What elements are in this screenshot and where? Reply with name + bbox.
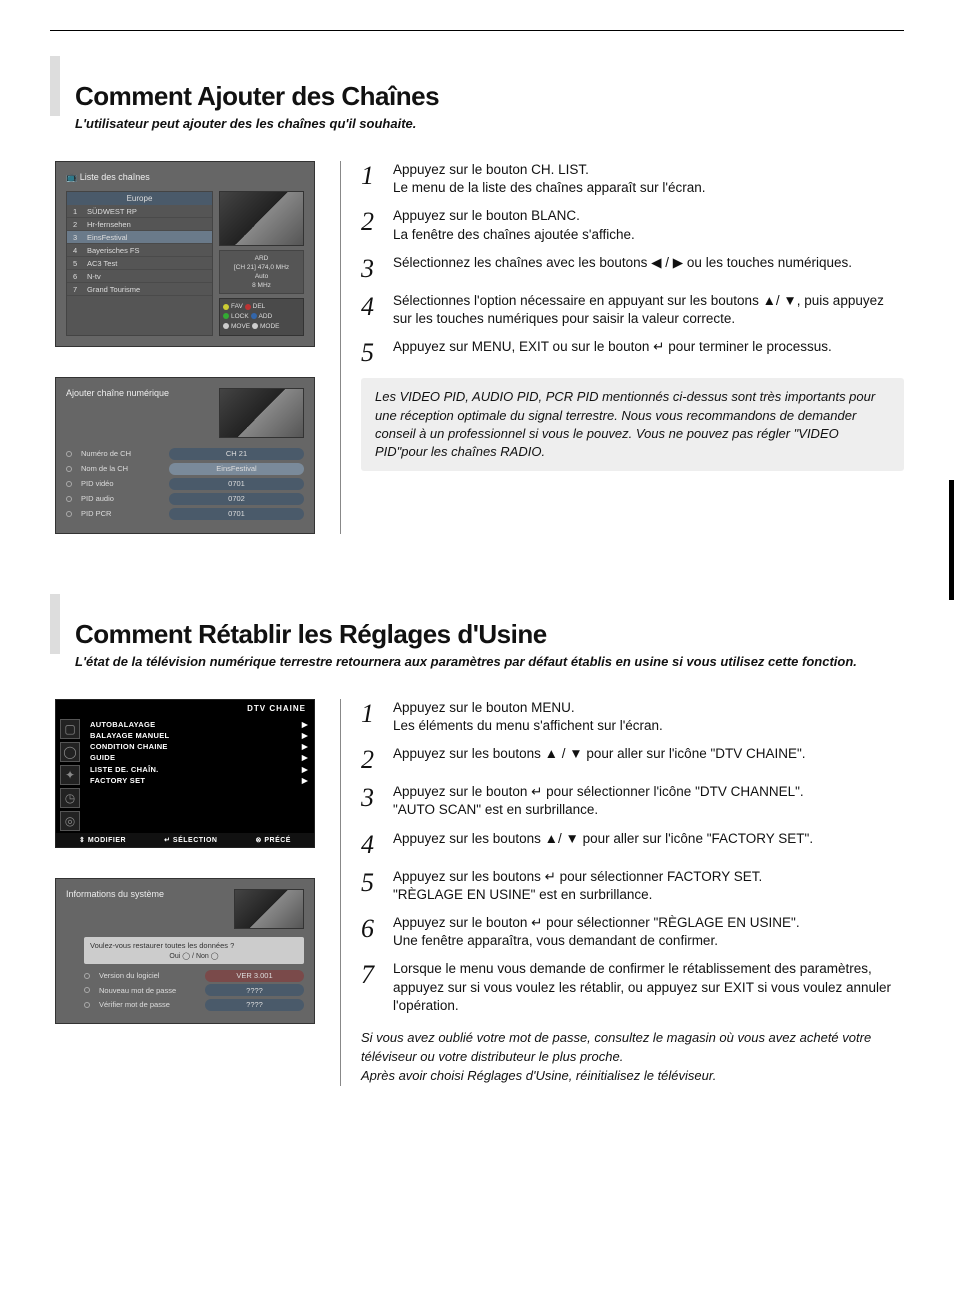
step-number: 5 (361, 338, 381, 366)
menu-items: AUTOBALAYAGE▶ BALAYAGE MANUEL▶ CONDITION… (84, 717, 314, 833)
heading-bar (50, 594, 60, 654)
osd-title: 📺 Liste des chaînes (66, 172, 304, 183)
step: 4 Sélectionnes l'option nécessaire en app… (361, 292, 904, 328)
step-number: 6 (361, 914, 381, 950)
step-number: 3 (361, 783, 381, 819)
step: 2 Appuyez sur le bouton BLANC.La fenêtre … (361, 207, 904, 243)
steps-s2: 1 Appuyez sur le bouton MENU.Les éléments… (361, 699, 904, 1015)
step: 6 Appuyez sur le bouton ↵ pour sélectionn… (361, 914, 904, 950)
list-region: Europe (67, 192, 212, 205)
step-number: 1 (361, 161, 381, 197)
screenshot-channel-list: 📺 Liste des chaînes Europe 1SÜDWEST RP 2… (55, 161, 315, 347)
step-number: 4 (361, 830, 381, 858)
step-text: Appuyez sur les boutons ▲ / ▼ pour aller… (393, 745, 904, 773)
channel-rows: 1SÜDWEST RP 2Hr-fernsehen 3EinsFestival … (67, 205, 212, 296)
page-side-tab (949, 480, 954, 600)
preview-thumb (219, 388, 304, 438)
tools-icon: ✦ (60, 765, 80, 785)
confirm-dialog: Voulez-vous restaurer toutes les données… (84, 937, 304, 964)
step-number: 1 (361, 699, 381, 735)
top-rule (50, 30, 904, 31)
step-text: Appuyez sur le bouton CH. LIST.Le menu d… (393, 161, 904, 197)
step: 3 Appuyez sur le bouton ↵ pour sélectionn… (361, 783, 904, 819)
step-text: Sélectionnez les chaînes avec les bouton… (393, 254, 904, 282)
step-number: 4 (361, 292, 381, 328)
preview-thumb (234, 889, 304, 929)
step-text: Appuyez sur les boutons ↵ pour sélection… (393, 868, 904, 904)
section-factory-reset: Comment Rétablir les Réglages d'Usine L'… (50, 594, 904, 1086)
section-title: Comment Ajouter des Chaînes (75, 81, 439, 112)
step-number: 2 (361, 207, 381, 243)
legend: FAV DEL LOCK ADD MOVE MODE (219, 298, 304, 335)
note-plain: Si vous avez oublié votre mot de passe, … (361, 1029, 904, 1086)
globe-icon: ◯ (60, 742, 80, 762)
osd-title: Ajouter chaîne numérique (66, 388, 213, 398)
screenshot-add-channel: Ajouter chaîne numérique Numéro de CHCH … (55, 377, 315, 534)
step-text: Appuyez sur le bouton BLANC.La fenêtre d… (393, 207, 904, 243)
clock-icon: ◷ (60, 788, 80, 808)
tv-icon: ▢ (60, 719, 80, 739)
menu-header: DTV CHAINE (56, 700, 314, 717)
section-title: Comment Rétablir les Réglages d'Usine (75, 619, 547, 650)
step: 3 Sélectionnez les chaînes avec les bouto… (361, 254, 904, 282)
screenshot-system-info: Informations du système Voulez-vous rest… (55, 878, 315, 1025)
menu-footer: ⇕ MODIFIER ↵ SÉLECTION ⊗ PRÉCÉ (56, 833, 314, 847)
screenshot-dtv-menu: DTV CHAINE ▢ ◯ ✦ ◷ ◎ AUTOBALAYAGE▶ BALAY… (55, 699, 315, 848)
preview-thumb (219, 191, 304, 246)
step-number: 5 (361, 868, 381, 904)
step: 1 Appuyez sur le bouton MENU.Les éléments… (361, 699, 904, 735)
channel-info: ARD [CH 21] 474,0 MHz Auto 8 MHz (219, 250, 304, 294)
step-text: Appuyez sur le bouton MENU.Les éléments … (393, 699, 904, 735)
note-box: Les VIDEO PID, AUDIO PID, PCR PID mentio… (361, 378, 904, 471)
step: 5 Appuyez sur les boutons ↵ pour sélectio… (361, 868, 904, 904)
step: 7Lorsque le menu vous demande de confirm… (361, 960, 904, 1015)
step-number: 3 (361, 254, 381, 282)
step-text: Appuyez sur le bouton ↵ pour sélectionne… (393, 914, 904, 950)
step-number: 7 (361, 960, 381, 1015)
section-subtitle: L'état de la télévision numérique terres… (50, 654, 904, 669)
step-text: Lorsque le menu vous demande de confirme… (393, 960, 904, 1015)
step: 2 Appuyez sur les boutons ▲ / ▼ pour alle… (361, 745, 904, 773)
step-text: Appuyez sur MENU, EXIT ou sur le bouton … (393, 338, 904, 366)
menu-icon-strip: ▢ ◯ ✦ ◷ ◎ (56, 717, 84, 833)
step-text: Sélectionnes l'option nécessaire en appu… (393, 292, 904, 328)
step-number: 2 (361, 745, 381, 773)
step-text: Appuyez sur le bouton ↵ pour sélectionne… (393, 783, 904, 819)
osd-title: Informations du système (66, 889, 228, 899)
heading-bar (50, 56, 60, 116)
disc-icon: ◎ (60, 811, 80, 831)
step: 5 Appuyez sur MENU, EXIT ou sur le bouton… (361, 338, 904, 366)
step: 1 Appuyez sur le bouton CH. LIST.Le menu … (361, 161, 904, 197)
steps-column: 1 Appuyez sur le bouton CH. LIST.Le menu … (340, 161, 904, 534)
section-add-channels: Comment Ajouter des Chaînes L'utilisateu… (50, 56, 904, 534)
steps-column: 1 Appuyez sur le bouton MENU.Les éléments… (340, 699, 904, 1086)
steps-s1: 1 Appuyez sur le bouton CH. LIST.Le menu … (361, 161, 904, 366)
step-text: Appuyez sur les boutons ▲/ ▼ pour aller … (393, 830, 904, 858)
step: 4 Appuyez sur les boutons ▲/ ▼ pour aller… (361, 830, 904, 858)
section-subtitle: L'utilisateur peut ajouter des les chaîn… (50, 116, 904, 131)
